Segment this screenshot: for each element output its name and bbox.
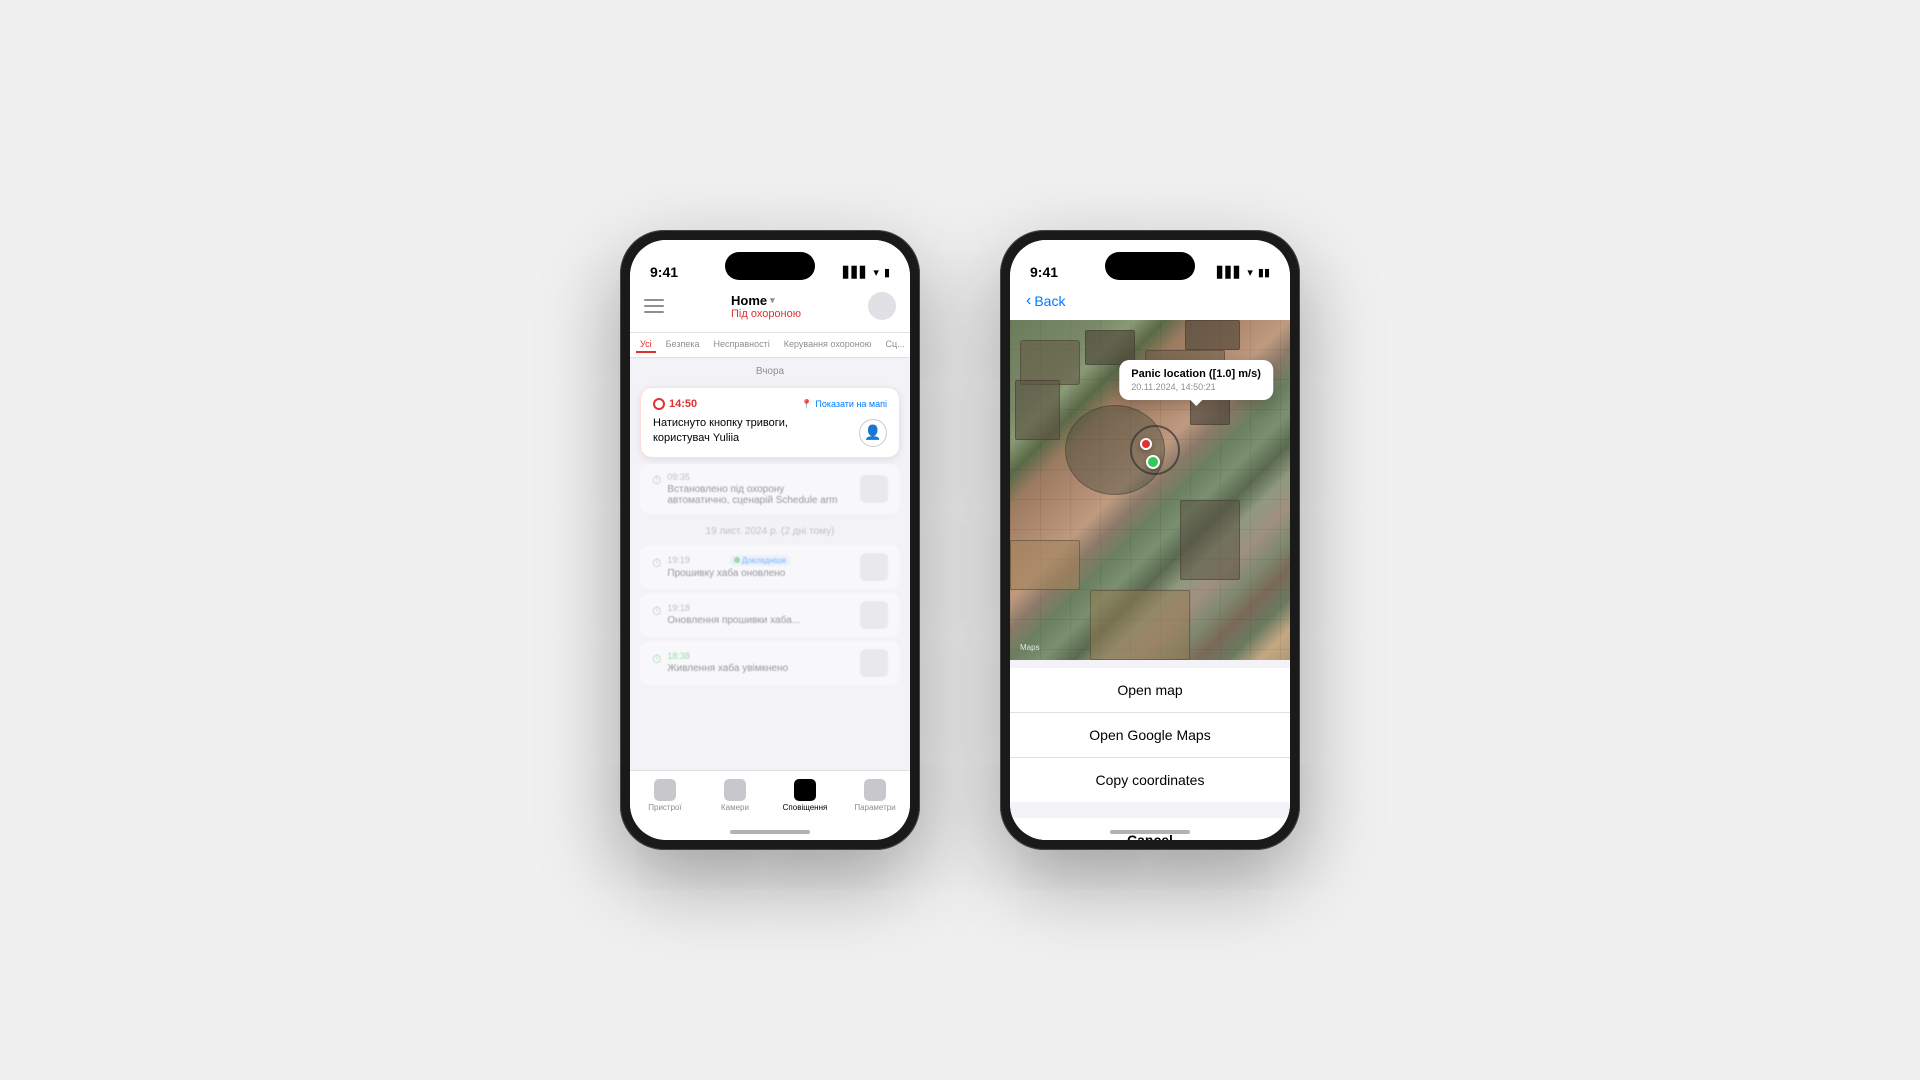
notif-thumb-2 bbox=[860, 553, 888, 581]
tab-bar-devices[interactable]: Пристрої bbox=[640, 779, 690, 812]
clock-icon-2: ⏱ bbox=[652, 556, 661, 571]
home-indicator-2 bbox=[1110, 830, 1190, 834]
date-section-today: Вчора bbox=[630, 358, 910, 381]
open-google-maps-button[interactable]: Open Google Maps bbox=[1010, 713, 1290, 758]
detail-badge[interactable]: Докладніше bbox=[730, 555, 790, 566]
alert-message: Натиснуто кнопку тривоги, користувач Yul… bbox=[653, 416, 788, 447]
tab-security[interactable]: Безпека bbox=[662, 337, 704, 353]
avatar[interactable] bbox=[868, 292, 896, 320]
guard-status: Під охороною bbox=[731, 308, 801, 320]
home-indicator-1 bbox=[730, 830, 810, 834]
person-icon: 👤 bbox=[859, 419, 887, 447]
notif-text-3: Оновлення прошивки хаба... bbox=[667, 615, 800, 626]
notif-time-3: 19:18 bbox=[667, 603, 800, 613]
signal-icon-2: ▋▋▋ bbox=[1217, 266, 1242, 279]
building-8 bbox=[1180, 500, 1240, 580]
notif-thumb bbox=[860, 475, 888, 503]
tab-bar-cameras[interactable]: Камери bbox=[710, 779, 760, 812]
dynamic-island-2 bbox=[1105, 252, 1195, 280]
notif-thumb-3 bbox=[860, 601, 888, 629]
tab-bar-devices-label: Пристрої bbox=[648, 803, 681, 812]
popup-date: 20.11.2024, 14:50:21 bbox=[1131, 382, 1261, 392]
date-section-2: 19 лист. 2024 р. (2 дні тому) bbox=[630, 518, 910, 541]
tab-bar-cameras-label: Камери bbox=[721, 803, 749, 812]
wifi-icon: ▾ bbox=[873, 266, 879, 279]
notif-left: ⏱ 09:35 Встановлено під охорону автомати… bbox=[652, 472, 847, 506]
clock-icon: ⏱ bbox=[652, 473, 661, 488]
tab-faults[interactable]: Несправності bbox=[710, 337, 774, 353]
chevron-down-icon: ▾ bbox=[770, 295, 775, 306]
alert-time: 14:50 bbox=[653, 398, 697, 410]
maps-watermark: Maps bbox=[1020, 643, 1040, 652]
tab-bar-settings-label: Параметри bbox=[854, 803, 895, 812]
building-7 bbox=[1010, 540, 1080, 590]
battery-icon: ▮ bbox=[884, 266, 890, 279]
notif-text-2: Прошивку хаба оновлено bbox=[667, 568, 790, 579]
building-9 bbox=[1090, 590, 1190, 660]
title-row: Home ▾ Під охороною bbox=[644, 292, 896, 320]
back-button[interactable]: ‹ Back bbox=[1026, 292, 1065, 310]
map-link[interactable]: 📍 Показати на мапі bbox=[801, 399, 887, 410]
clock-icon-3: ⏱ bbox=[652, 604, 661, 619]
home-label[interactable]: Home ▾ bbox=[731, 293, 801, 308]
status-icons-1: ▋▋▋ ▾ ▮ bbox=[843, 266, 890, 279]
cancel-button[interactable]: Cancel bbox=[1010, 818, 1290, 840]
notifications-icon bbox=[794, 779, 816, 801]
tab-guard-control[interactable]: Керування охороною bbox=[780, 337, 876, 353]
tab-all[interactable]: Усі bbox=[636, 337, 656, 353]
red-location-pin bbox=[1140, 438, 1152, 450]
phone-1: 9:41 ▋▋▋ ▾ ▮ Home ▾ Під охороною bbox=[620, 230, 920, 850]
status-time-2: 9:41 bbox=[1030, 264, 1058, 280]
dynamic-island-1 bbox=[725, 252, 815, 280]
map-popup: Panic location ([1.0] m/s) 20.11.2024, 1… bbox=[1119, 360, 1273, 400]
devices-icon bbox=[654, 779, 676, 801]
notif-time: 09:35 bbox=[667, 472, 847, 482]
notif-left-3: ⏱ 19:18 Оновлення прошивки хаба... bbox=[652, 603, 800, 626]
notif-row-4[interactable]: ⏱ 18:38 Живлення хаба увімкнено bbox=[640, 641, 900, 685]
phone-2: 9:41 ▋▋▋ ▾ ▮▮ ‹ Back bbox=[1000, 230, 1300, 850]
notif-row[interactable]: ⏱ 09:35 Встановлено під охорону автомати… bbox=[640, 464, 900, 514]
notif-thumb-4 bbox=[860, 649, 888, 677]
map-container[interactable]: Panic location ([1.0] m/s) 20.11.2024, 1… bbox=[1010, 320, 1290, 660]
notif-time-4: 18:38 bbox=[667, 651, 788, 661]
chevron-left-icon: ‹ bbox=[1026, 292, 1031, 310]
alert-card-header: 14:50 📍 Показати на мапі bbox=[653, 398, 887, 410]
phone1-screen: 9:41 ▋▋▋ ▾ ▮ Home ▾ Під охороною bbox=[630, 240, 910, 840]
phone2-screen: 9:41 ▋▋▋ ▾ ▮▮ ‹ Back bbox=[1010, 240, 1290, 840]
alert-card[interactable]: 14:50 📍 Показати на мапі Натиснуто кнопк… bbox=[640, 387, 900, 458]
building-1 bbox=[1020, 340, 1080, 385]
status-icons-2: ▋▋▋ ▾ ▮▮ bbox=[1217, 266, 1270, 279]
map-icon: 📍 bbox=[801, 399, 812, 410]
notif-row2-header: 19:19 Докладніше bbox=[667, 555, 790, 566]
alert-body: Натиснуто кнопку тривоги, користувач Yul… bbox=[653, 416, 887, 447]
cameras-icon bbox=[724, 779, 746, 801]
settings-icon bbox=[864, 779, 886, 801]
clock-icon-4: ⏱ bbox=[652, 652, 661, 667]
notif-left-4: ⏱ 18:38 Живлення хаба увімкнено bbox=[652, 651, 788, 674]
green-location-pin bbox=[1146, 455, 1160, 469]
open-map-button[interactable]: Open map bbox=[1010, 668, 1290, 713]
menu-icon[interactable] bbox=[644, 299, 664, 313]
building-5 bbox=[1185, 320, 1240, 350]
wifi-icon-2: ▾ bbox=[1247, 266, 1253, 279]
alert-icon bbox=[653, 398, 665, 410]
notif-row-2[interactable]: ⏱ 19:19 Докладніше Прошивку хаба оновлен… bbox=[640, 545, 900, 589]
notif-text: Встановлено під охорону автоматично, сце… bbox=[667, 484, 847, 506]
tab-bar-notifications[interactable]: Сповіщення bbox=[780, 779, 830, 812]
popup-title: Panic location ([1.0] m/s) bbox=[1131, 368, 1261, 380]
building-3 bbox=[1015, 380, 1060, 440]
notif-text-4: Живлення хаба увімкнено bbox=[667, 663, 788, 674]
tab-scenes[interactable]: Сц... bbox=[881, 337, 908, 353]
notif-row-3[interactable]: ⏱ 19:18 Оновлення прошивки хаба... bbox=[640, 593, 900, 637]
action-sheet: Open map Open Google Maps Copy coordinat… bbox=[1010, 668, 1290, 840]
copy-coordinates-button[interactable]: Copy coordinates bbox=[1010, 758, 1290, 802]
action-divider bbox=[1010, 810, 1290, 818]
signal-icon: ▋▋▋ bbox=[843, 266, 868, 279]
tab-bar-settings[interactable]: Параметри bbox=[850, 779, 900, 812]
notif-left-2: ⏱ 19:19 Докладніше Прошивку хаба оновлен… bbox=[652, 555, 790, 579]
tab-bar-top: Усі Безпека Несправності Керування охоро… bbox=[630, 333, 910, 358]
battery-icon-2: ▮▮ bbox=[1258, 266, 1270, 279]
tab-bar-notifications-label: Сповіщення bbox=[783, 803, 828, 812]
status-time-1: 9:41 bbox=[650, 264, 678, 280]
